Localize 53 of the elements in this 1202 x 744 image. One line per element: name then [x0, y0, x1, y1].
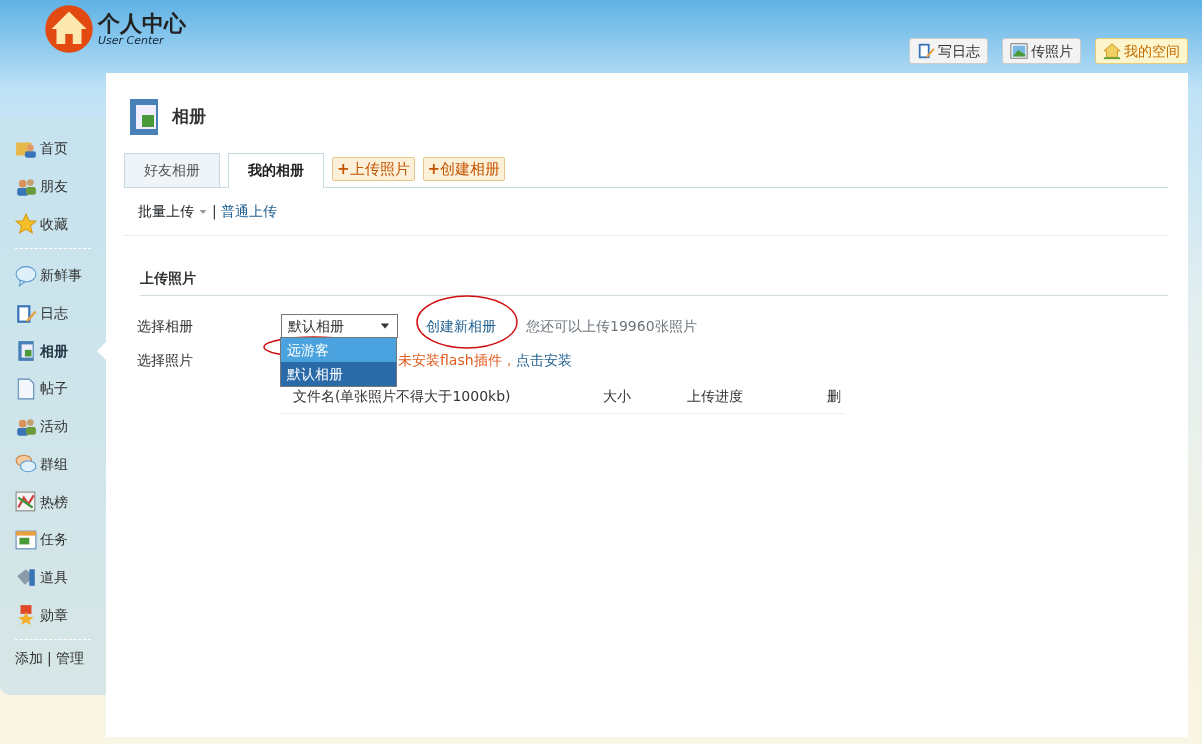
sidebar-item[interactable]: 朋友 [15, 167, 106, 206]
notebook-pencil-icon [15, 302, 37, 325]
sidebar-item[interactable]: 首页 [15, 130, 106, 168]
action-button[interactable]: +上传照片 [332, 156, 415, 181]
sidebar-item[interactable]: 收藏 [15, 205, 106, 244]
separator-text: | [47, 648, 52, 669]
sidebar-link[interactable]: 管理 [55, 647, 84, 669]
calendar-icon [15, 528, 37, 551]
chart-pencil-icon [15, 491, 37, 514]
sidebar-item[interactable]: 热榜 [15, 483, 106, 521]
install-link[interactable]: 点击安装 [515, 350, 572, 371]
upload-link[interactable]: 普通上传 [220, 201, 277, 222]
separator-text: | [212, 202, 217, 222]
sidebar-item[interactable]: 活动 [15, 407, 106, 446]
header-button[interactable]: 传照片 [1002, 38, 1081, 64]
column-header: 删 [827, 387, 842, 406]
document-icon [15, 377, 37, 400]
sidebar-item[interactable]: 帖子 [15, 370, 106, 408]
sidebar-item[interactable]: 新鲜事 [15, 257, 106, 295]
tab[interactable]: 我的相册 [228, 153, 324, 188]
section-title: 上传照片 [140, 268, 1168, 296]
house-icon [1103, 42, 1121, 60]
page-title: 相册 [172, 105, 206, 129]
paint-bucket-icon [15, 566, 37, 589]
column-header: 大小 [603, 387, 632, 406]
sidebar-item[interactable]: 勋章 [15, 596, 106, 634]
logo-subtitle: User Center [98, 34, 164, 46]
picture-icon [1010, 42, 1028, 60]
field-label: 选择照片 [137, 351, 194, 370]
notebook-pencil-icon [917, 42, 935, 60]
speech-bubble-icon [15, 264, 37, 287]
header-button[interactable]: 我的空间 [1095, 38, 1188, 64]
warning-text: 未安装flash插件， [398, 351, 516, 370]
star-icon [15, 213, 37, 236]
column-header: 文件名(单张照片不得大于1000kb) [293, 387, 512, 406]
tab[interactable]: 好友相册 [124, 153, 220, 187]
sidebar-item[interactable]: 群组 [15, 445, 106, 484]
dropdown-link[interactable]: 批量上传 [138, 201, 208, 222]
sidebar-item[interactable]: 日志 [15, 294, 106, 333]
sidebar-item[interactable]: 道具 [15, 558, 106, 597]
logo-title: 个人中心 [98, 12, 186, 35]
album-select[interactable]: 默认相册 [281, 314, 398, 338]
action-button[interactable]: +创建相册 [422, 156, 506, 181]
sidebar-link[interactable]: 添加 [15, 647, 43, 669]
house-logo-icon [44, 4, 94, 54]
sidebar-item[interactable]: 任务 [15, 520, 106, 559]
album-icon [15, 340, 37, 363]
header-button[interactable]: 写日志 [909, 38, 988, 64]
dropdown-option[interactable]: 默认相册 [281, 362, 396, 386]
quota-text: 您还可以上传19960张照片 [526, 316, 697, 336]
field-label: 选择相册 [137, 316, 194, 336]
create-album-link[interactable]: 创建新相册 [426, 315, 496, 337]
column-header: 上传进度 [687, 387, 744, 406]
